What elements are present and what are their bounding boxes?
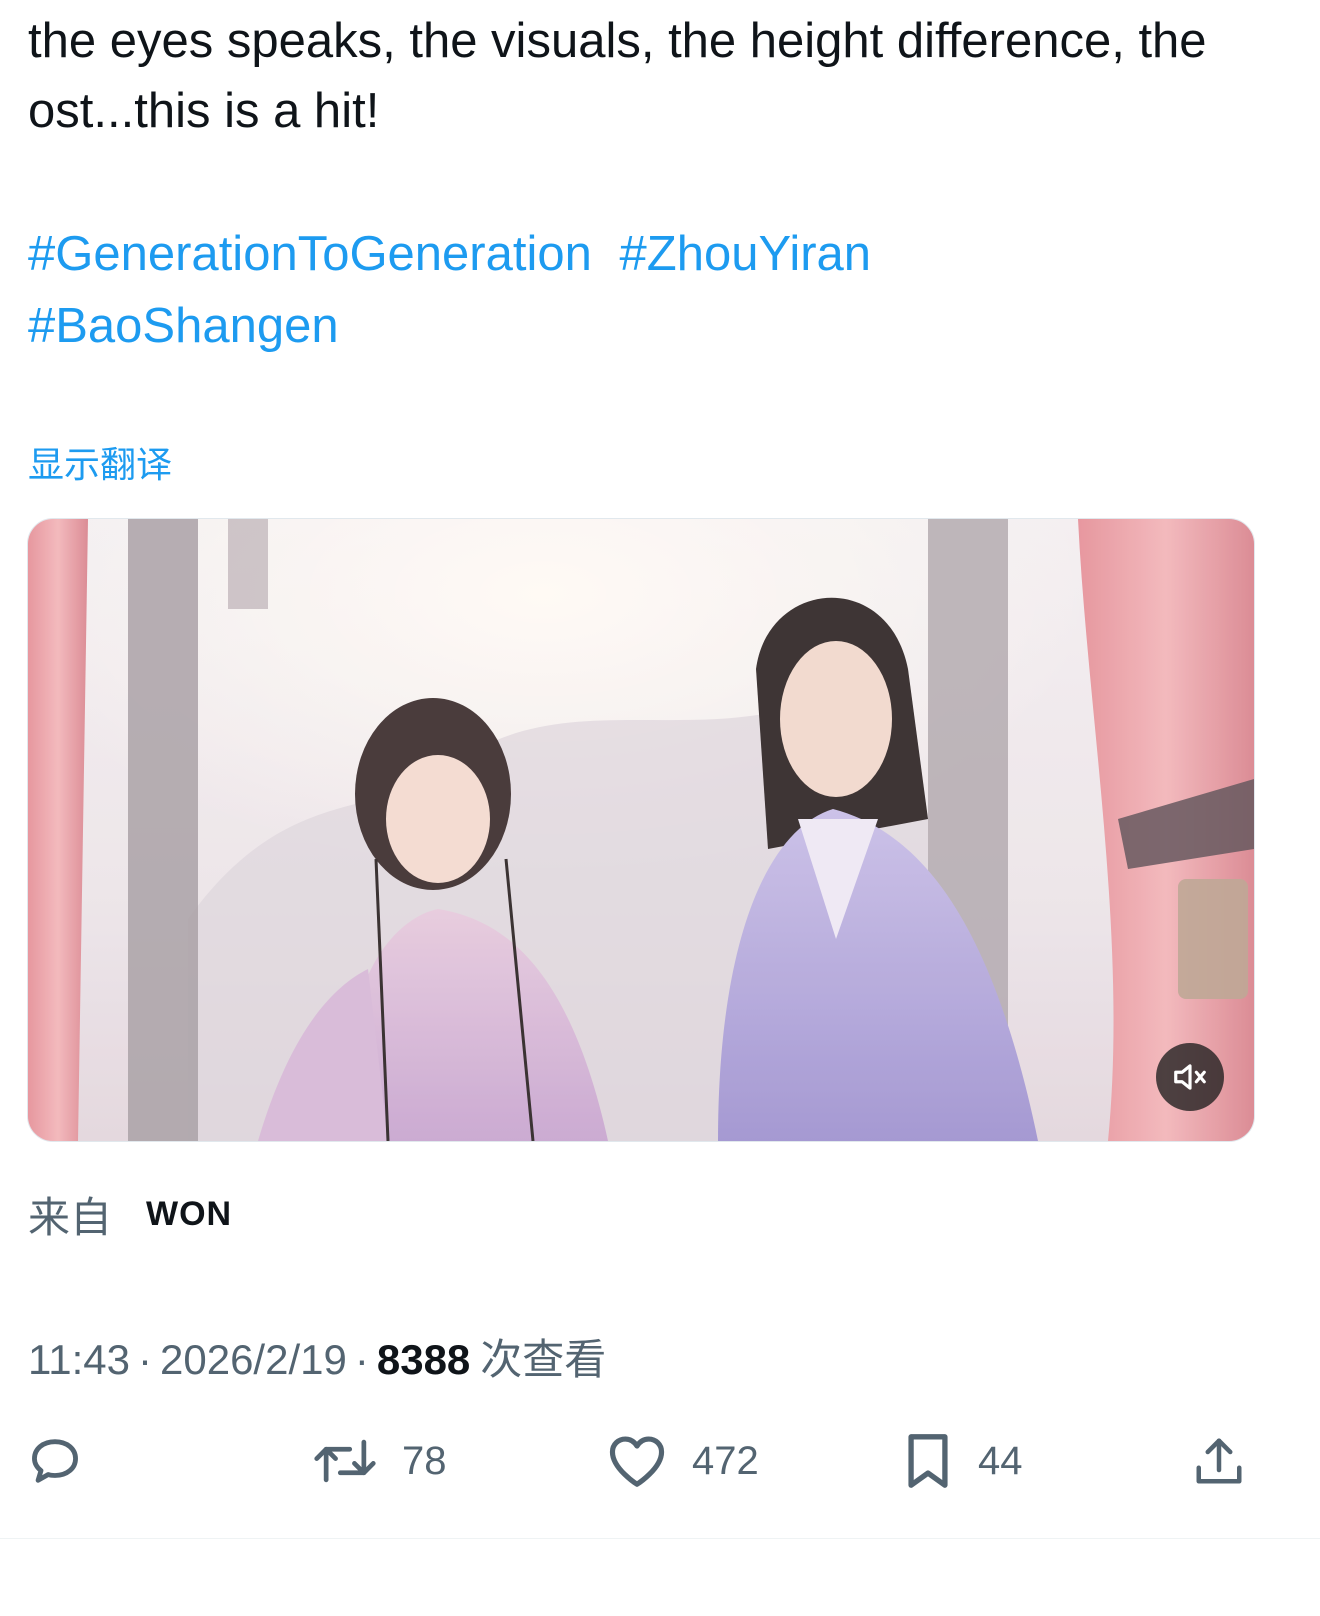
video-frame: [28, 519, 1254, 1141]
post-date[interactable]: 2026/2/19: [160, 1336, 347, 1384]
speaker-muted-icon: [1174, 1064, 1206, 1090]
views-count: 8388: [376, 1336, 471, 1383]
bookmark-icon: [908, 1434, 948, 1488]
source-attribution: 来自 WON: [28, 1184, 232, 1245]
share-icon: [1196, 1438, 1242, 1484]
retweet-icon: [314, 1439, 376, 1483]
hashtag-link[interactable]: #GenerationToGeneration: [28, 227, 592, 281]
like-count: 472: [692, 1438, 759, 1483]
tweet-metadata: 11:43 · 2026/2/19 · 8388 次查看: [28, 1326, 606, 1387]
bottom-divider: [0, 1538, 1320, 1539]
bookmark-button[interactable]: 44: [902, 1426, 1023, 1496]
source-account-link[interactable]: WON: [146, 1195, 232, 1234]
reply-button[interactable]: [26, 1426, 84, 1496]
like-button[interactable]: 472: [606, 1426, 759, 1496]
share-button[interactable]: [1192, 1426, 1246, 1496]
reply-icon: [32, 1439, 78, 1483]
hashtag-list: #GenerationToGeneration #ZhouYiran #BaoS…: [28, 218, 1288, 362]
show-translation-link[interactable]: 显示翻译: [28, 436, 172, 488]
views-label: 次查看: [480, 1335, 607, 1384]
retweet-button[interactable]: 78: [312, 1426, 447, 1496]
video-player[interactable]: [27, 518, 1255, 1142]
action-bar: 78 472 44: [0, 1426, 1320, 1496]
mute-toggle-button[interactable]: [1156, 1043, 1224, 1111]
post-time[interactable]: 11:43: [28, 1336, 130, 1384]
heart-icon: [609, 1436, 665, 1487]
bookmark-count: 44: [978, 1438, 1023, 1483]
tweet-text: the eyes speaks, the visuals, the height…: [28, 14, 1207, 138]
hashtag-link[interactable]: #BaoShangen: [28, 299, 339, 353]
hashtag-link[interactable]: #ZhouYiran: [620, 227, 872, 281]
retweet-count: 78: [402, 1438, 447, 1483]
separator-dot: ·: [354, 1336, 369, 1383]
source-prefix: 来自: [28, 1193, 113, 1242]
separator-dot: ·: [138, 1336, 152, 1383]
